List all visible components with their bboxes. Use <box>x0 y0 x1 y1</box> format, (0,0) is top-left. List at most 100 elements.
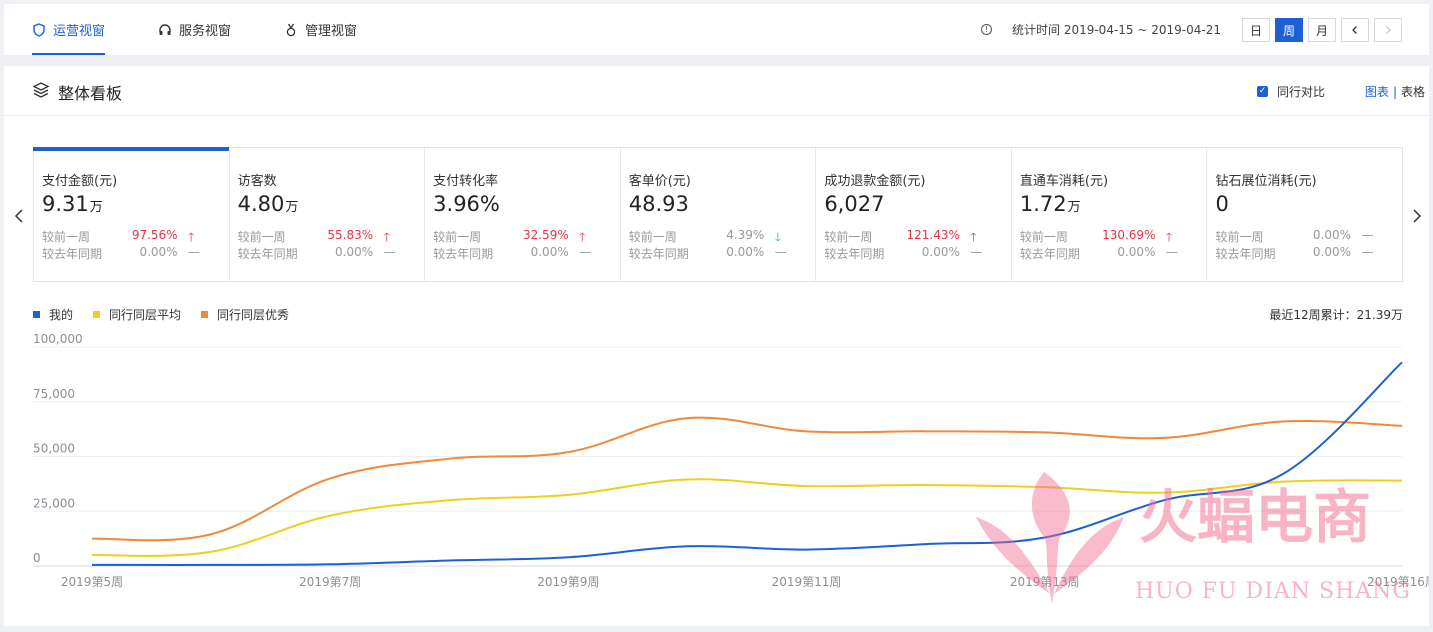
yoy-label: 较去年同期 <box>1215 247 1276 261</box>
dash-icon: — <box>1361 245 1374 259</box>
metric-compare-rows: 较前一周 4.39% 🡓 较去年同期 0.00% — <box>629 228 816 262</box>
yoy-percent: 0.00% <box>335 245 374 259</box>
wow-percent: 0.00% <box>1312 228 1352 242</box>
legend-label: 同行同层优秀 <box>217 308 290 322</box>
y-tick-label: 75,000 <box>33 387 75 401</box>
metric-compare-rows: 较前一周 97.56% 🡑 较去年同期 0.00% — <box>42 228 229 262</box>
next-period-button[interactable] <box>1374 18 1402 42</box>
metric-card[interactable]: 客单价(元) 48.93 较前一周 4.39% 🡓 较去年同期 0.00% — <box>621 148 817 281</box>
yoy-percent: 0.00% <box>139 245 178 259</box>
yoy-percent: 0.00% <box>1117 245 1156 259</box>
period-day-button[interactable]: 日 <box>1242 18 1270 42</box>
metric-label: 支付金额(元) <box>42 174 118 189</box>
wow-percent: 97.56% <box>131 228 178 242</box>
y-tick-label: 100,000 <box>33 332 83 346</box>
metrics-next-arrow[interactable] <box>1410 206 1424 226</box>
metric-card[interactable]: 支付转化率 3.96% 较前一周 32.59% 🡑 较去年同期 0.00% — <box>425 148 621 281</box>
wow-percent: 121.43% <box>906 228 960 242</box>
legend-item-mine[interactable]: 我的 <box>33 306 73 323</box>
metric-card[interactable]: 支付金额(元) 9.31万 较前一周 97.56% 🡑 较去年同期 0.00% — <box>33 147 230 281</box>
chart-legend: 我的 同行同层平均 同行同层优秀 <box>33 306 309 323</box>
dash-icon: — <box>579 245 592 259</box>
metric-card[interactable]: 访客数 4.80万较前一周 55.83% 🡑 较去年同期 0.00% — <box>230 148 426 281</box>
panel-header: 整体看板 ✓ 同行对比 图表 | 表格 <box>4 66 1429 116</box>
legend-label: 同行同层平均 <box>109 308 182 322</box>
view-table-link[interactable]: 表格 <box>1401 85 1425 99</box>
metric-yoy-row: 较去年同期 0.00% — <box>433 245 620 262</box>
metric-value-number: 1.72 <box>1019 192 1067 216</box>
wow-percent: 4.39% <box>726 228 765 242</box>
yoy-percent: 0.00% <box>530 245 569 259</box>
tab-operations[interactable]: 运营视窗 <box>32 4 106 55</box>
metric-value: 4.80万 <box>238 192 425 222</box>
x-tick-label: 2019第11周 <box>772 575 842 589</box>
metric-card[interactable]: 成功退款金额(元) 6,027 较前一周 121.43% 🡑 较去年同期 0.00% — <box>816 148 1012 281</box>
yoy-label: 较去年同期 <box>1019 247 1080 261</box>
checkbox-checked-icon[interactable]: ✓ <box>1256 86 1268 97</box>
overview-panel: 整体看板 ✓ 同行对比 图表 | 表格 支付金额(元) 9.31万 较前一周 97.56%… <box>4 66 1429 626</box>
wow-label: 较前一周 <box>237 230 286 244</box>
headset-icon <box>159 23 171 35</box>
view-separator: | <box>1392 85 1397 99</box>
metric-value-number: 48.93 <box>628 192 689 216</box>
metric-value-number: 0 <box>1215 192 1229 216</box>
cumulative-total: 最近12周累计：21.39万 <box>1269 308 1403 322</box>
period-week-button[interactable]: 周 <box>1275 18 1303 42</box>
metric-label: 访客数 <box>237 174 277 189</box>
metric-unit: 万 <box>1067 200 1081 215</box>
legend-label: 我的 <box>49 308 74 322</box>
tab-service-label: 服务视窗 <box>179 24 232 39</box>
info-icon[interactable]: ! <box>981 24 992 35</box>
stat-time: ! 统计时间 2019-04-15 ~ 2019-04-21 <box>981 4 1221 55</box>
top-nav-bar: 运营视窗 服务视窗 管理视窗 ! 统计时间 2019-04-15 ~ 2019-… <box>4 4 1429 55</box>
view-chart-link[interactable]: 图表 <box>1365 85 1389 99</box>
wow-percent: 130.69% <box>1102 228 1156 242</box>
metric-yoy-row: 较去年同期 0.00% — <box>1020 245 1207 262</box>
dash-icon: — <box>1165 245 1178 259</box>
metric-unit: 万 <box>285 200 299 215</box>
y-tick-label: 25,000 <box>33 496 75 510</box>
tab-operations-label: 运营视窗 <box>53 24 106 39</box>
metric-compare-rows: 较前一周 55.83% 🡑 较去年同期 0.00% — <box>238 228 425 262</box>
tab-management[interactable]: 管理视窗 <box>284 4 357 55</box>
metric-value-number: 3.96% <box>433 192 500 216</box>
metric-yoy-row: 较去年同期 0.00% — <box>42 245 229 262</box>
watermark-text: 火蝠电商 <box>1139 483 1371 551</box>
chevron-right-icon <box>1386 26 1391 34</box>
wow-label: 较前一周 <box>42 230 91 244</box>
legend-swatch <box>201 311 209 318</box>
legend-item-peer-best[interactable]: 同行同层优秀 <box>201 306 289 323</box>
prev-period-button[interactable] <box>1341 18 1369 42</box>
metric-value: 3.96% <box>433 192 620 222</box>
tab-service[interactable]: 服务视窗 <box>158 4 231 55</box>
metric-wow-row: 较前一周 130.69% 🡑 <box>1020 228 1207 245</box>
metric-value: 1.72万 <box>1020 192 1207 222</box>
yoy-label: 较去年同期 <box>628 247 689 261</box>
peer-compare-toggle[interactable]: ✓ 同行对比 <box>1256 83 1325 100</box>
view-switch: 图表 | 表格 <box>1365 83 1425 100</box>
yoy-percent: 0.00% <box>921 245 960 259</box>
metric-compare-rows: 较前一周 0.00% — 较去年同期 0.00% — <box>1215 228 1402 262</box>
metric-label: 客单价(元) <box>628 174 691 189</box>
metric-card[interactable]: 钻石展位消耗(元) 0 较前一周 0.00% — 较去年同期 0.00% — <box>1207 148 1402 281</box>
metric-value: 48.93 <box>629 192 816 222</box>
metric-value: 6,027 <box>824 192 1011 222</box>
metric-unit: 万 <box>89 200 103 215</box>
legend-item-peer-avg[interactable]: 同行同层平均 <box>93 306 181 323</box>
metric-wow-row: 较前一周 55.83% 🡑 <box>238 228 425 245</box>
metric-cards: 支付金额(元) 9.31万 较前一周 97.56% 🡑 较去年同期 0.00% — 访客数 4.8… <box>33 147 1403 282</box>
tab-management-label: 管理视窗 <box>305 24 358 39</box>
period-month-button[interactable]: 月 <box>1308 18 1336 42</box>
dash-icon: — <box>1361 228 1374 242</box>
metric-label: 钻石展位消耗(元) <box>1215 174 1317 189</box>
metric-card[interactable]: 直通车消耗(元) 1.72万较前一周 130.69% 🡑 较去年同期 0.00% — <box>1012 148 1208 281</box>
yoy-percent: 0.00% <box>726 245 765 259</box>
metrics-prev-arrow[interactable] <box>12 206 26 226</box>
wow-percent: 32.59% <box>522 228 569 242</box>
metric-wow-row: 较前一周 97.56% 🡑 <box>42 228 229 245</box>
peer-compare-label: 同行对比 <box>1276 85 1325 99</box>
metric-label: 直通车消耗(元) <box>1019 174 1109 189</box>
legend-swatch <box>33 311 40 318</box>
medal-icon <box>286 23 296 36</box>
dash-icon: — <box>970 245 983 259</box>
